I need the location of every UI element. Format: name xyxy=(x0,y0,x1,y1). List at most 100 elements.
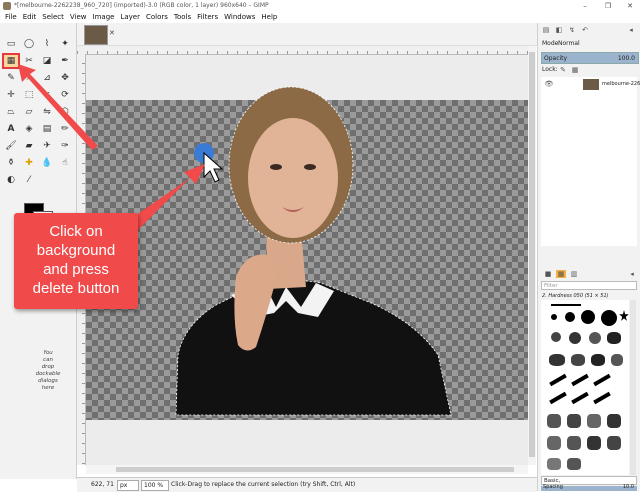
dock-menu-icon[interactable]: ◂ xyxy=(626,26,636,34)
brush-item[interactable] xyxy=(571,354,585,366)
cage-tool-icon[interactable]: ⬡ xyxy=(58,106,72,118)
vertical-scroll-thumb[interactable] xyxy=(529,52,535,457)
ellipse-select-tool-icon[interactable]: ◯ xyxy=(22,38,36,50)
portrait-image[interactable] xyxy=(86,55,528,465)
brush-item[interactable] xyxy=(593,391,611,405)
pencil-tool-icon[interactable]: ✏ xyxy=(58,123,72,135)
flip-tool-icon[interactable]: ⇋ xyxy=(40,106,54,118)
horizontal-scrollbar[interactable] xyxy=(86,465,528,474)
channels-tab-icon[interactable]: ◧ xyxy=(554,26,564,34)
color-picker-eyedropper-icon[interactable]: ⁄ xyxy=(22,174,36,186)
minimize-button[interactable]: – xyxy=(580,1,590,11)
smudge-tool-icon[interactable]: ☝ xyxy=(58,157,72,169)
brush-item[interactable] xyxy=(551,304,581,306)
menu-tools[interactable]: Tools xyxy=(174,12,191,23)
close-button[interactable]: ✕ xyxy=(625,1,635,11)
menu-file[interactable]: File xyxy=(5,12,17,23)
brushes-menu-icon[interactable]: ◂ xyxy=(627,270,637,278)
brush-item[interactable] xyxy=(587,436,601,450)
horizontal-ruler[interactable] xyxy=(77,46,528,55)
mode-select[interactable]: Normal xyxy=(558,40,580,47)
patterns-tab-icon[interactable]: ▦ xyxy=(556,270,566,278)
paths-tab-icon[interactable]: ↯ xyxy=(567,26,577,34)
align-tool-icon[interactable]: ✛ xyxy=(4,89,18,101)
brush-item[interactable] xyxy=(547,458,561,470)
brush-item[interactable] xyxy=(571,373,589,387)
brush-item[interactable] xyxy=(587,414,601,428)
brush-item[interactable] xyxy=(567,458,581,470)
brush-item[interactable] xyxy=(549,373,567,387)
brush-item[interactable] xyxy=(551,314,557,320)
eye-icon[interactable]: 👁 xyxy=(544,80,554,88)
zoom-select[interactable]: 100 % xyxy=(141,480,169,491)
brush-item[interactable] xyxy=(607,436,621,450)
brush-item[interactable] xyxy=(611,354,623,366)
gradient-tool-icon[interactable]: ▤ xyxy=(40,123,54,135)
select-by-color-tool-icon[interactable]: ▦ xyxy=(2,53,20,69)
text-tool-icon[interactable]: A xyxy=(4,123,18,135)
ink-tool-icon[interactable]: ✑ xyxy=(58,140,72,152)
foreground-select-tool-icon[interactable]: ◪ xyxy=(40,55,54,67)
menu-layer[interactable]: Layer xyxy=(120,12,140,23)
brush-item[interactable] xyxy=(567,436,581,450)
layer-row[interactable]: 👁 melbourne-22622 xyxy=(541,77,640,91)
brush-item[interactable] xyxy=(619,310,629,321)
lock-alpha-icon[interactable]: ▦ xyxy=(570,66,580,74)
brush-item[interactable] xyxy=(607,414,621,428)
shear-tool-icon[interactable]: ▱ xyxy=(22,106,36,118)
menu-edit[interactable]: Edit xyxy=(23,12,37,23)
move-tool-icon[interactable]: ✥ xyxy=(58,72,72,84)
menu-view[interactable]: View xyxy=(70,12,87,23)
brush-grid[interactable] xyxy=(541,300,629,475)
eraser-tool-icon[interactable]: ▰ xyxy=(22,140,36,152)
gradients-tab-icon[interactable]: ▥ xyxy=(569,270,579,278)
brush-item[interactable] xyxy=(581,310,595,324)
brush-item[interactable] xyxy=(607,332,621,344)
menu-filters[interactable]: Filters xyxy=(197,12,218,23)
color-picker-tool-icon[interactable]: ✎ xyxy=(4,72,18,84)
perspective-tool-icon[interactable]: ⏢ xyxy=(4,106,18,118)
lock-pixels-icon[interactable]: ✎ xyxy=(558,66,568,74)
brush-filter-input[interactable]: Filter xyxy=(541,281,637,290)
unit-select[interactable]: px xyxy=(117,480,139,491)
menu-colors[interactable]: Colors xyxy=(146,12,168,23)
brush-item[interactable] xyxy=(589,332,601,344)
image-tab-close-icon[interactable]: ✕ xyxy=(109,29,115,37)
vertical-scrollbar[interactable] xyxy=(528,46,536,465)
brush-item[interactable] xyxy=(569,332,581,344)
brush-item[interactable] xyxy=(593,373,611,387)
canvas-area[interactable] xyxy=(86,55,528,465)
brush-item[interactable] xyxy=(549,354,565,366)
menu-help[interactable]: Help xyxy=(261,12,277,23)
brush-item[interactable] xyxy=(547,436,561,450)
crop-tool-icon[interactable]: ⌗ xyxy=(40,89,54,101)
rotate-tool-icon[interactable]: ⟳ xyxy=(58,89,72,101)
image-tab-thumbnail[interactable] xyxy=(84,25,108,45)
rect-select-tool-icon[interactable]: ▭ xyxy=(4,38,18,50)
brush-item[interactable] xyxy=(567,414,581,428)
brush-scrollbar[interactable] xyxy=(630,300,636,475)
brush-item[interactable] xyxy=(547,414,561,428)
paintbrush-tool-icon[interactable]: 🖌 xyxy=(4,140,18,152)
zoom-tool-icon[interactable]: ⌕ xyxy=(22,72,36,84)
spacing-slider[interactable]: Spacing 10.0 xyxy=(541,484,637,491)
paths-tool-icon[interactable]: ✒ xyxy=(58,55,72,67)
free-select-tool-icon[interactable]: ⌇ xyxy=(40,38,54,50)
maximize-button[interactable]: ❐ xyxy=(603,1,613,11)
airbrush-tool-icon[interactable]: ✈ xyxy=(40,140,54,152)
horizontal-scroll-thumb[interactable] xyxy=(116,467,514,472)
brush-item[interactable] xyxy=(591,354,605,366)
opacity-slider[interactable]: Opacity 100.0 xyxy=(541,52,639,64)
blur-tool-icon[interactable]: 💧 xyxy=(40,157,54,169)
brush-item[interactable] xyxy=(601,310,617,326)
brushes-tab-icon[interactable]: ■ xyxy=(543,270,553,278)
brush-item[interactable] xyxy=(549,391,567,405)
menu-windows[interactable]: Windows xyxy=(224,12,255,23)
clone-tool-icon[interactable]: ⚱ xyxy=(4,157,18,169)
layer-list[interactable] xyxy=(541,91,637,246)
brush-item[interactable] xyxy=(565,312,575,322)
transform-tool-icon[interactable]: ⬚ xyxy=(22,89,36,101)
bucket-fill-tool-icon[interactable]: ◈ xyxy=(22,123,36,135)
heal-tool-icon[interactable]: ✚ xyxy=(22,157,36,169)
measure-tool-icon[interactable]: ⊿ xyxy=(40,72,54,84)
